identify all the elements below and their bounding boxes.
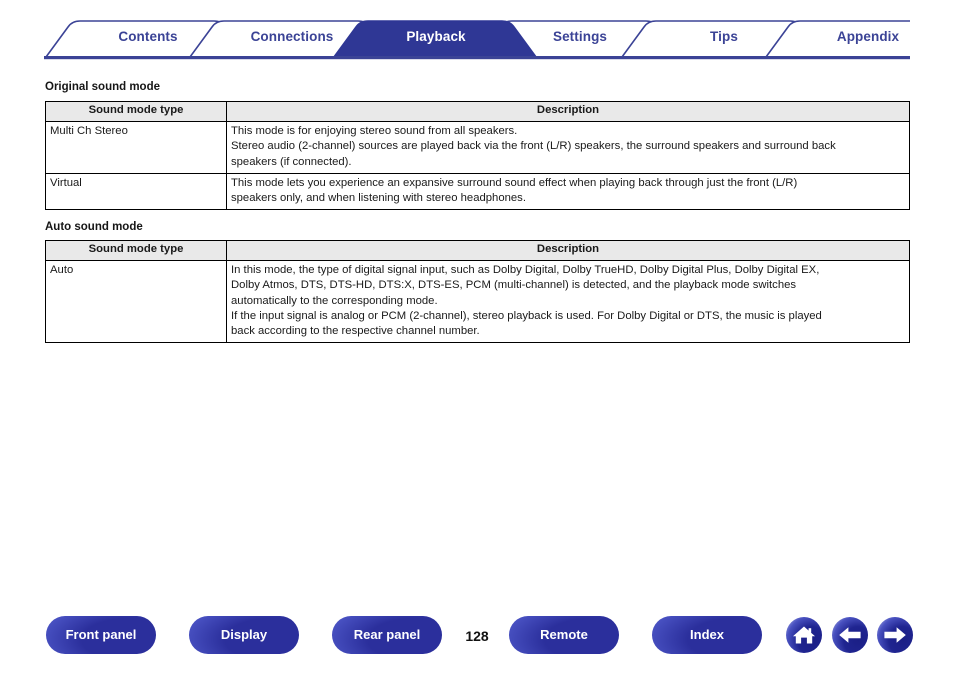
display-button[interactable]: Display	[189, 616, 299, 654]
table-auto-sound-mode: Sound mode type Description Auto In this…	[45, 240, 910, 344]
description-line: This mode is for enjoying stereo sound f…	[231, 125, 518, 137]
home-icon[interactable]	[786, 617, 822, 653]
table-original-sound-mode: Sound mode type Description Multi Ch Ste…	[45, 101, 910, 211]
description-line: back according to the respective channel…	[231, 325, 480, 338]
rear-panel-button[interactable]: Rear panel	[332, 616, 442, 654]
cell-description: This mode lets you experience an expansi…	[226, 172, 910, 211]
cell-description: This mode is for enjoying stereo sound f…	[226, 121, 910, 174]
table-header-row: Sound mode type Description	[45, 240, 910, 261]
description-line: Stereo audio (2-channel) sources are pla…	[231, 140, 836, 153]
page-number: 128	[465, 628, 489, 644]
column-header-sound-mode-type: Sound mode type	[45, 240, 227, 261]
cell-sound-mode-type: Auto	[45, 259, 227, 344]
column-header-description: Description	[226, 240, 910, 261]
cell-sound-mode-type: Virtual	[45, 172, 227, 211]
footer-navigation-bar: Front panel Display Rear panel 128 Remot…	[0, 616, 954, 658]
table-row: Virtual This mode lets you experience an…	[45, 172, 910, 211]
table-header-row: Sound mode type Description	[45, 101, 910, 122]
top-tab-bar: Contents Connections Playback Settings T…	[44, 18, 910, 60]
description-line: Dolby Atmos, DTS, DTS-HD, DTS:X, DTS-ES,…	[231, 279, 797, 292]
description-line: speakers only, and when listening with s…	[231, 192, 526, 205]
section-heading-auto-sound-mode: Auto sound mode	[45, 221, 143, 233]
tab-bar-underline	[44, 56, 910, 60]
remote-button[interactable]: Remote	[509, 616, 619, 654]
description-line: If the input signal is analog or PCM (2-…	[231, 309, 822, 322]
description-line: speakers (if connected).	[231, 155, 352, 168]
table-row: Auto In this mode, the type of digital s…	[45, 259, 910, 344]
description-line: In this mode, the type of digital signal…	[231, 264, 820, 276]
arrow-right-icon[interactable]	[877, 617, 913, 653]
arrow-left-icon[interactable]	[832, 617, 868, 653]
column-header-sound-mode-type: Sound mode type	[45, 101, 227, 122]
cell-sound-mode-type: Multi Ch Stereo	[45, 121, 227, 174]
front-panel-button[interactable]: Front panel	[46, 616, 156, 654]
section-heading-original-sound-mode: Original sound mode	[45, 81, 161, 93]
tab-appendix[interactable]: Appendix	[765, 18, 954, 56]
index-button[interactable]: Index	[652, 616, 762, 654]
description-line: automatically to the corresponding mode.	[231, 294, 438, 307]
cell-description: In this mode, the type of digital signal…	[226, 259, 910, 344]
column-header-description: Description	[226, 101, 910, 122]
table-row: Multi Ch Stereo This mode is for enjoyin…	[45, 121, 910, 174]
description-line: This mode lets you experience an expansi…	[231, 176, 798, 189]
